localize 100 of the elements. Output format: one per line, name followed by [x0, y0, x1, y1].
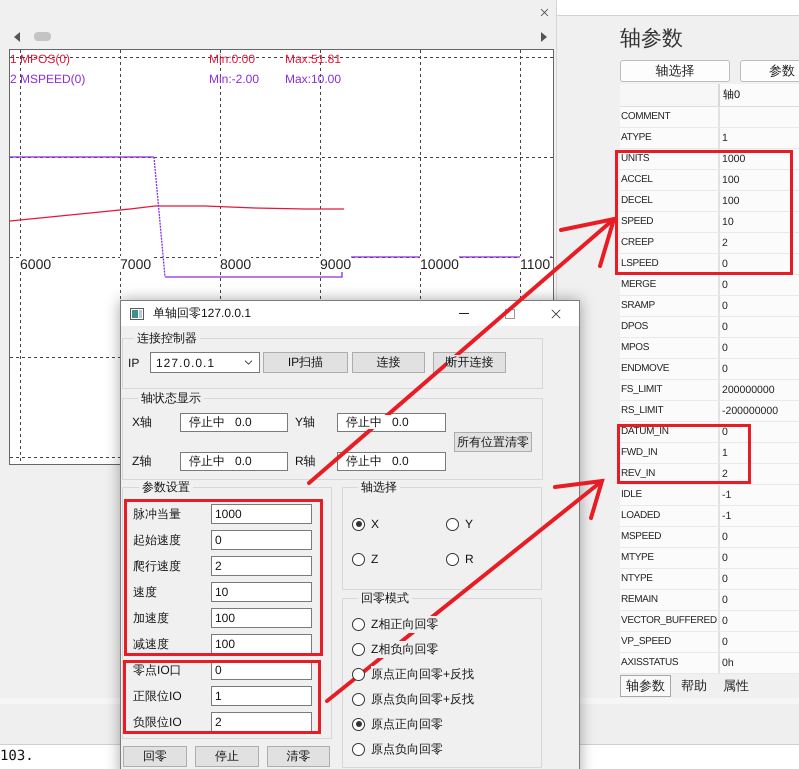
group-title: 连接控制器 [136, 331, 198, 345]
parameter-value-cell: 0 [720, 275, 799, 296]
panel-tab[interactable]: 轴参数 [620, 675, 671, 697]
radio-option[interactable]: Y [446, 514, 474, 534]
radio-option[interactable]: X [352, 514, 380, 534]
radio-icon[interactable] [352, 618, 365, 630]
dialog-button[interactable]: 回零 [123, 746, 187, 767]
axis-label: X轴 [132, 414, 152, 431]
parameter-value-cell: 100 [720, 191, 799, 212]
input-field[interactable]: 10 [211, 582, 312, 602]
parameter-name-cell: MSPEED [620, 527, 720, 548]
group-title: 回零模式 [360, 591, 410, 605]
parameter-name-cell: FS_LIMIT [620, 380, 720, 401]
clear-positions-button[interactable]: 所有位置清零 [454, 432, 532, 452]
parameter-name-cell: ATYPE [620, 128, 720, 149]
parameter-value-cell: 0 [720, 527, 799, 548]
field-label: 零点IO口 [133, 662, 182, 678]
status-field: 停止中 0.0 [337, 413, 446, 432]
status-field: 停止中 0.0 [337, 452, 446, 471]
parameter-name-cell: LSPEED [620, 254, 720, 275]
parameter-name-cell: RS_LIMIT [620, 401, 720, 422]
field-label: 正限位IO [133, 688, 182, 704]
legend-max: Max:10.00 [285, 71, 342, 88]
radio-option[interactable]: Z [352, 549, 378, 569]
parameter-value-cell: 0 [720, 296, 799, 317]
app-icon [130, 308, 144, 320]
dialog-button[interactable]: 断开连接 [433, 352, 506, 373]
parameter-value-cell: 200000000 [720, 380, 799, 401]
parameter-name-cell: DECEL [620, 191, 720, 212]
radio-option[interactable]: R [446, 549, 474, 569]
axis-label: R轴 [294, 453, 316, 470]
minimize-icon [459, 313, 469, 314]
group-title: 轴选择 [360, 480, 398, 494]
parameter-name-cell: MTYPE [620, 548, 720, 569]
radio-icon[interactable] [352, 742, 365, 756]
parameter-name-cell: FWD_IN [620, 443, 720, 464]
parameter-value-cell: 0 [720, 548, 799, 569]
parameter-name-cell: SRAMP [620, 296, 720, 317]
parameter-value-cell: 1 [720, 443, 799, 464]
parameter-name-cell: REMAIN [620, 590, 720, 611]
scroll-left-icon[interactable] [14, 32, 20, 42]
input-field[interactable]: 2 [211, 712, 312, 732]
input-field[interactable]: 100 [211, 634, 312, 654]
field-label: 爬行速度 [133, 558, 181, 574]
parameter-value-cell: 0 [720, 359, 799, 380]
dialog-button[interactable]: 停止 [195, 746, 259, 767]
parameter-name-cell: SPEED [620, 212, 720, 233]
radio-icon[interactable] [352, 668, 365, 680]
ip-combobox[interactable]: 127.0.0.1 [150, 352, 260, 373]
radio-icon[interactable] [352, 518, 365, 530]
axis-label: Y轴 [294, 414, 316, 431]
scrollbar-thumb[interactable] [34, 32, 51, 41]
radio-icon[interactable] [352, 718, 365, 730]
panel-tab[interactable]: 属性 [717, 675, 755, 697]
parameter-name-cell: IDLE [620, 485, 720, 506]
field-label: IP [128, 356, 140, 370]
parameter-value-cell: 0 [720, 338, 799, 359]
parameter-name-cell: CREEP [620, 233, 720, 254]
field-label: 加速度 [133, 610, 169, 626]
dialog-button[interactable]: 清零 [267, 746, 330, 767]
radio-icon[interactable] [352, 552, 365, 566]
dialog-button[interactable]: 连接 [352, 352, 425, 373]
status-field: 停止中 0.0 [180, 452, 288, 471]
parameter-value-cell: 1000 [720, 149, 799, 170]
parameter-value-cell: 0 [720, 632, 799, 653]
input-field[interactable]: 1000 [211, 504, 312, 524]
parameter-value-cell: 1 [720, 128, 799, 149]
radio-icon[interactable] [352, 642, 365, 656]
parameter-name-cell: ACCEL [620, 170, 720, 191]
panel-tab[interactable]: 帮助 [675, 675, 713, 697]
axis-label: Z轴 [132, 453, 152, 470]
parameter-value-cell: 10 [720, 212, 799, 233]
input-field[interactable]: 0 [211, 530, 312, 550]
parameter-value-cell: 0 [720, 569, 799, 590]
input-field[interactable]: 100 [211, 608, 312, 628]
console-text: 103. [0, 748, 34, 764]
parameter-value-cell: 2 [720, 233, 799, 254]
input-field[interactable]: 1 [211, 686, 312, 706]
radio-icon[interactable] [446, 518, 459, 530]
parameter-value-cell: 2 [720, 464, 799, 485]
legend-min: Min:0.00 [209, 51, 256, 68]
parameter-value-cell: 0 [720, 422, 799, 443]
radio-icon[interactable] [446, 552, 459, 566]
parameter-value-cell: -1 [720, 506, 799, 527]
axis-tick-label: 7000 [120, 256, 152, 272]
radio-icon[interactable] [352, 692, 365, 706]
status-field: 停止中 0.0 [180, 413, 288, 432]
parameter-value-cell: -1 [720, 485, 799, 506]
field-label: 负限位IO [133, 714, 182, 730]
field-label: 脉冲当量 [133, 506, 181, 522]
legend-min: Min:-2.00 [209, 71, 260, 88]
dialog-button[interactable]: IP扫描 [263, 352, 348, 373]
input-field[interactable]: 2 [211, 556, 312, 576]
panel-button[interactable]: 参数 [740, 60, 799, 82]
parameter-value-cell: 0 [720, 590, 799, 611]
parameter-name-cell: REV_IN [620, 464, 720, 485]
scroll-right-icon[interactable] [541, 32, 547, 42]
axis-tick-label: 9000 [320, 256, 352, 272]
group-title: 参数设置 [141, 480, 191, 494]
panel-button[interactable]: 轴选择 [620, 60, 730, 82]
